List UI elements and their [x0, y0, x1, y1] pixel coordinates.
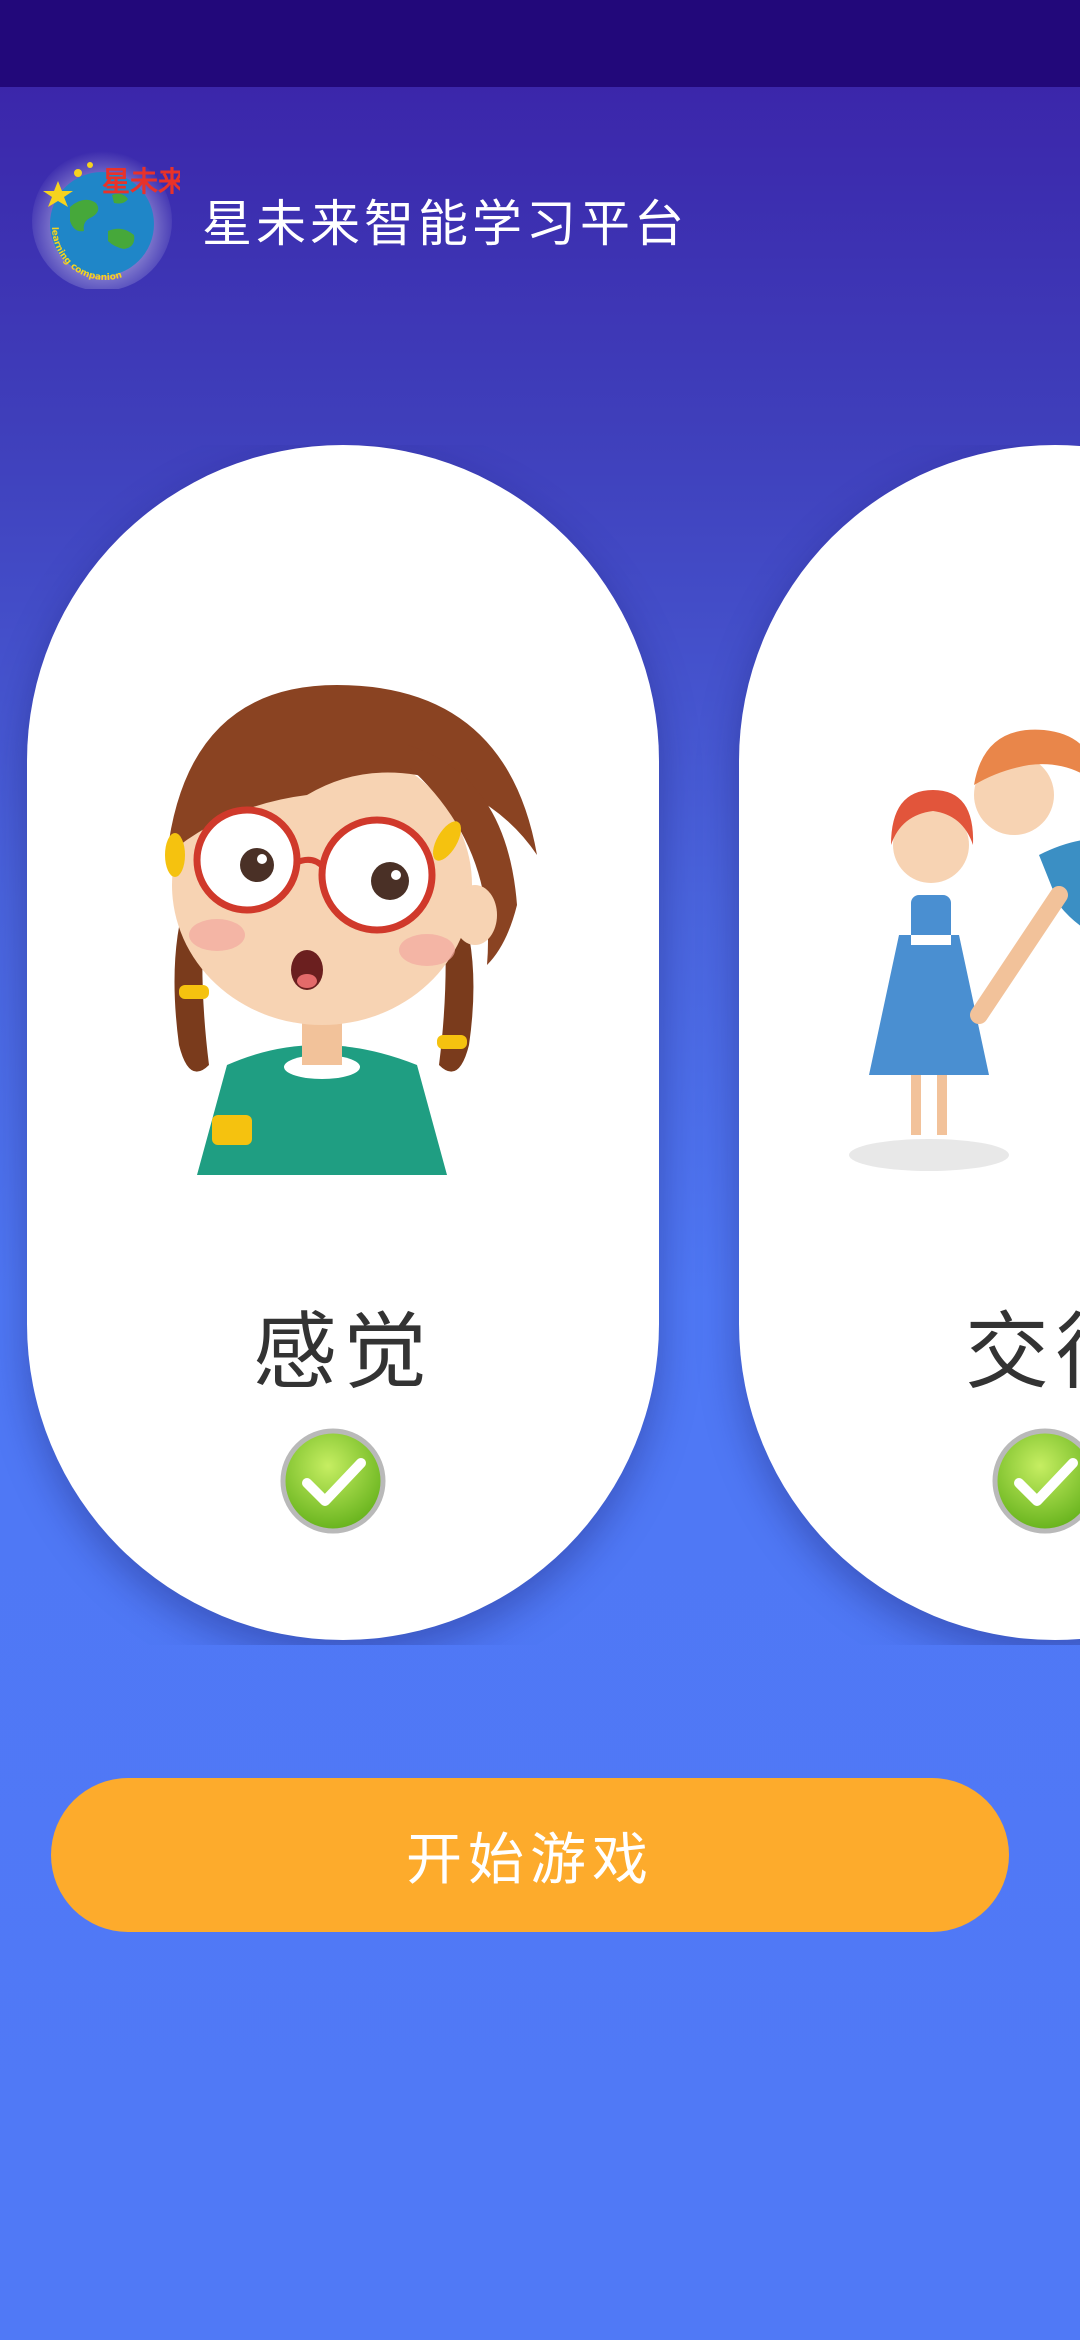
- check-icon[interactable]: [991, 1427, 1080, 1535]
- check-icon[interactable]: [279, 1427, 387, 1535]
- category-label: 感觉: [252, 1303, 433, 1401]
- earth-star-logo-icon: 星未来 learning companion: [32, 151, 180, 289]
- status-bar: [0, 0, 1080, 87]
- woman-comforting-girl-illustration: [849, 729, 1080, 1171]
- category-card-sensory[interactable]: 感觉: [27, 445, 659, 1640]
- app-header: 星未来 learning companion 星未来智能学习平台: [0, 87, 1080, 347]
- start-game-button[interactable]: 开始游戏: [51, 1778, 1009, 1932]
- category-carousel[interactable]: 感觉 交: [0, 445, 1080, 1645]
- girl-with-glasses-illustration: [165, 685, 537, 1175]
- category-label: 交往: [964, 1303, 1080, 1401]
- category-card-social[interactable]: 交往: [739, 445, 1080, 1640]
- svg-text:星未来: 星未来: [102, 165, 180, 198]
- app-title: 星未来智能学习平台: [202, 195, 688, 253]
